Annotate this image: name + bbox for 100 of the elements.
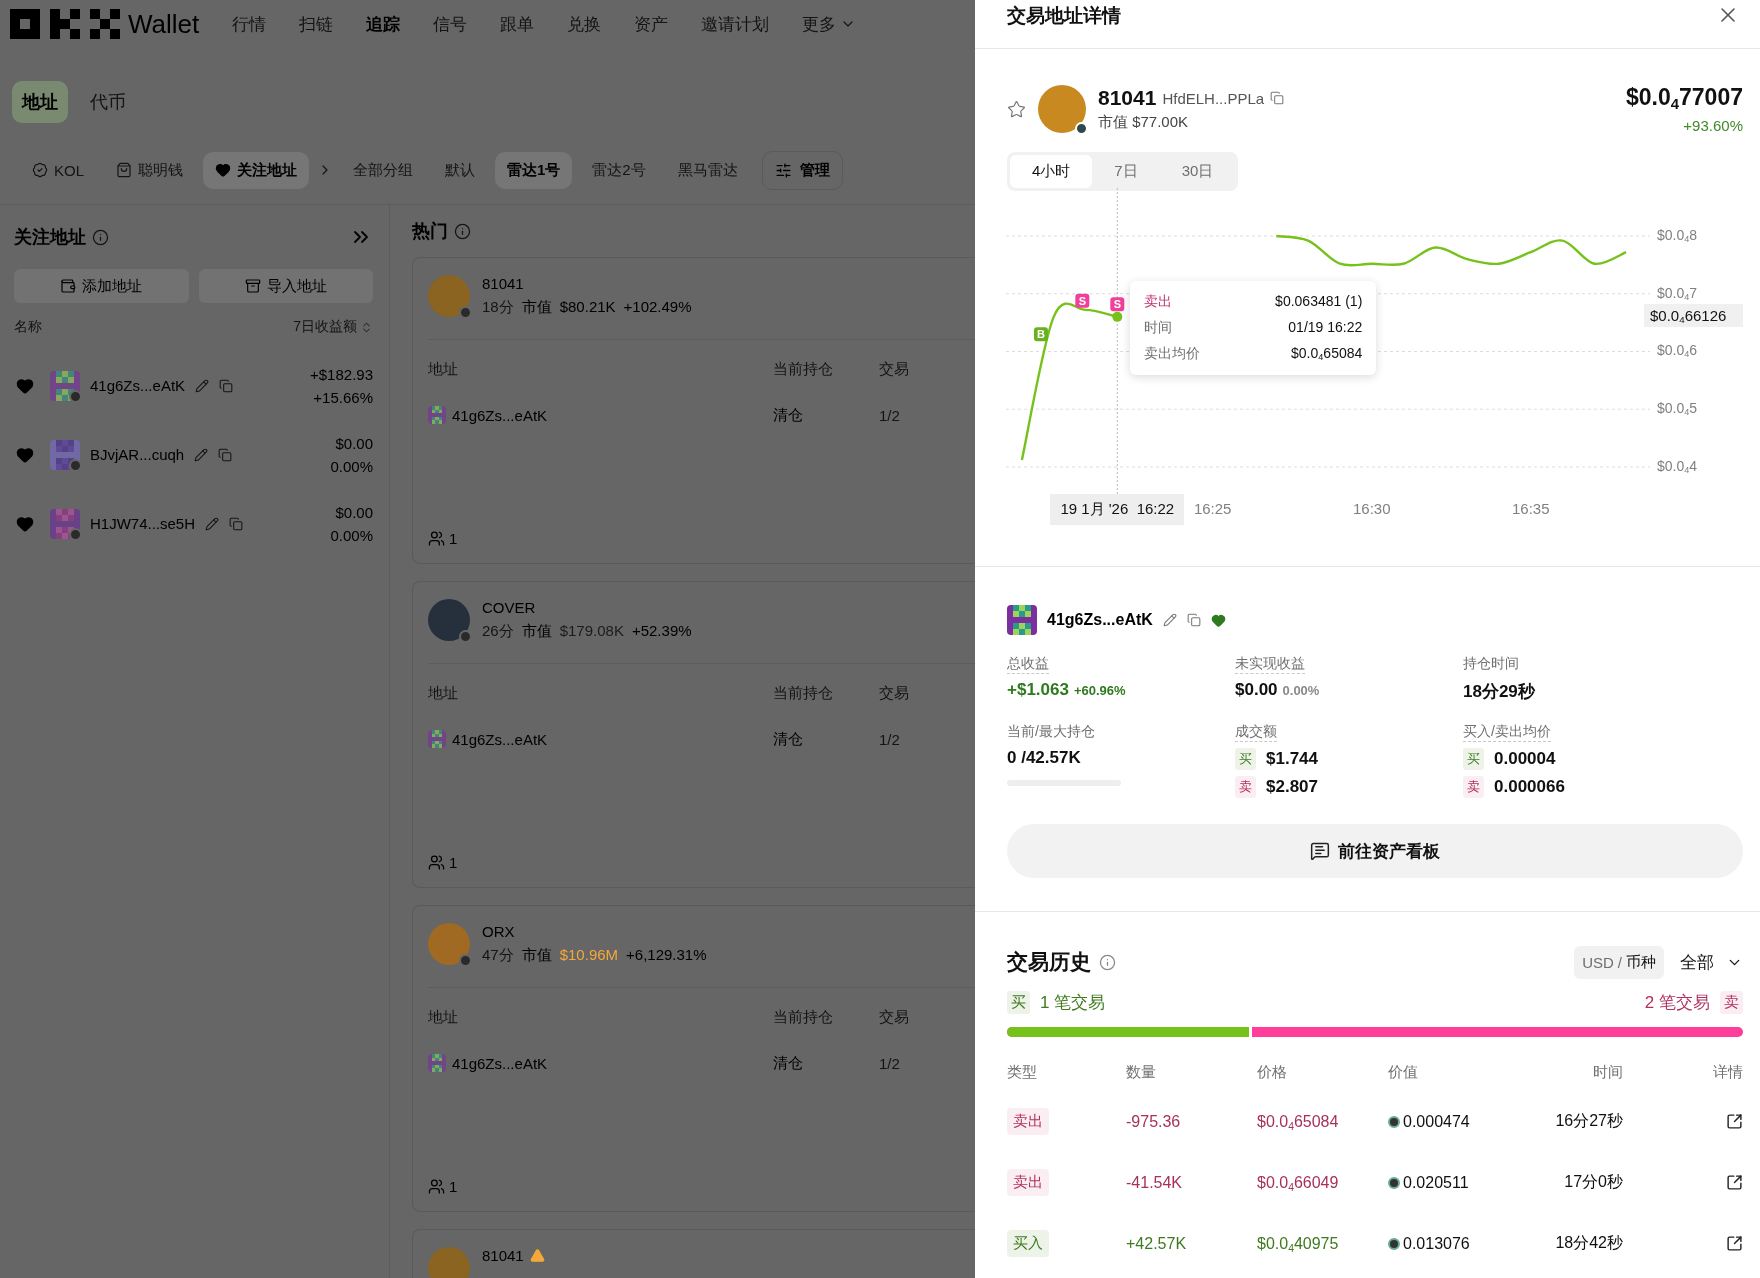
filter-dropdown[interactable]: 全部	[1680, 950, 1743, 974]
view-tab[interactable]: 代币	[80, 81, 136, 123]
period-tab[interactable]: 7日	[1092, 155, 1160, 188]
token-age: 47分	[482, 946, 514, 965]
nav-item[interactable]: 行情	[232, 12, 266, 36]
column-header: 地址	[428, 682, 459, 703]
column-header: 名称	[14, 318, 42, 336]
heart-icon[interactable]	[16, 445, 34, 464]
nav-item[interactable]: 扫链	[299, 12, 333, 36]
address-text[interactable]: 41g6Zs...eAtK	[452, 730, 548, 748]
tooltip-label: 时间	[1144, 319, 1173, 337]
wallet-icon	[60, 278, 77, 294]
column-header: 当前持仓	[773, 358, 834, 379]
column-header: 地址	[428, 1006, 459, 1027]
nav-more[interactable]: 更多	[802, 12, 856, 36]
sell-tag: 卖	[1235, 776, 1256, 798]
table-cell: 0.020511	[1403, 1173, 1469, 1192]
people-icon	[428, 854, 445, 871]
edit-icon	[205, 516, 220, 531]
token-avatar	[428, 275, 470, 317]
table-cell-text: 1/2	[879, 405, 901, 426]
sidebar-title: 关注地址	[14, 226, 86, 249]
copy-icon	[1186, 613, 1201, 627]
token-avatar	[428, 923, 470, 965]
import-address-button[interactable]: 导入地址	[198, 269, 373, 303]
star-icon[interactable]	[1007, 99, 1026, 119]
axis-label: $0.0$_{4}$8	[1657, 227, 1698, 243]
manage-button[interactable]: 管理	[761, 150, 843, 190]
unit-option[interactable]: 币种	[1626, 952, 1656, 972]
bag-icon	[116, 162, 132, 178]
column-header: 地址	[428, 358, 459, 379]
unit-option[interactable]: USD	[1582, 953, 1614, 971]
info-icon	[454, 222, 471, 240]
tooltip-value: 01/19 16:22	[1288, 319, 1363, 337]
column-header: 当前持仓	[773, 682, 834, 703]
pnl-percent: 0.00%	[330, 526, 373, 544]
external-link-icon[interactable]	[1726, 1235, 1743, 1252]
stat-value: 18分29秒	[1463, 681, 1535, 703]
heart-icon[interactable]	[1210, 612, 1226, 628]
address-text[interactable]: 41g6Zs...eAtK	[452, 1054, 548, 1072]
stat-label: 总收益	[1007, 655, 1049, 674]
address-text[interactable]: BJvjAR...cuqh	[90, 446, 185, 463]
stat-label: 当前/最大持仓	[1007, 723, 1095, 741]
drawer-title: 交易地址详情	[1007, 4, 1121, 28]
external-link-icon[interactable]	[1726, 1113, 1743, 1130]
sort-header[interactable]: 7日收益额	[293, 318, 373, 336]
sell-tag: 卖	[1463, 776, 1484, 798]
chain-badge-icon	[69, 527, 82, 541]
period-tab[interactable]: 30日	[1159, 155, 1236, 188]
column-header: 交易	[879, 1006, 910, 1027]
nav-item[interactable]: 兑换	[567, 12, 601, 36]
nav-item[interactable]: 跟单	[500, 12, 534, 36]
stat-value: $0.00 0.00%	[1235, 680, 1320, 700]
nav-item[interactable]: 资产	[634, 12, 668, 36]
address-text[interactable]: 41g6Zs...eAtK	[452, 406, 548, 424]
heart-icon[interactable]	[16, 376, 34, 395]
price-change: +102.49%	[623, 298, 692, 317]
group-tab[interactable]: 全部分组	[341, 151, 425, 189]
edit-icon	[1162, 613, 1177, 627]
category-tab[interactable]: 聪明钱	[104, 151, 195, 189]
stat-value: $1.744	[1266, 749, 1318, 769]
sort-icon	[360, 320, 373, 334]
column-header: 时间	[1592, 1061, 1623, 1082]
period-tab[interactable]: 4小时	[1010, 155, 1093, 188]
token-address: HfdELH...PPLa	[1162, 89, 1265, 107]
group-tab[interactable]: 黑马雷达	[665, 151, 750, 189]
chain-badge-icon	[1075, 122, 1088, 135]
identicon-avatar	[428, 730, 446, 748]
nav-item[interactable]: 信号	[433, 12, 467, 36]
dashboard-button[interactable]: 前往资产看板	[1007, 824, 1743, 878]
follower-count: 1	[449, 530, 458, 547]
column-header: 交易	[879, 682, 910, 703]
group-tab[interactable]: 雷达2号	[580, 151, 658, 189]
buy-tag: 买	[1007, 990, 1030, 1014]
table-cell-text: 1/2	[879, 729, 901, 750]
logo-text: Wallet	[128, 8, 200, 40]
table-cell: $0.0$_{4}$65084	[1257, 1112, 1339, 1131]
address-text[interactable]: H1JW74...se5H	[90, 515, 196, 532]
category-tab[interactable]: KOL	[20, 152, 96, 188]
market-cap-label: 市值	[521, 622, 552, 641]
external-link-icon[interactable]	[1726, 1174, 1743, 1191]
address-text[interactable]: 41g6Zs...eAtK	[90, 377, 186, 394]
group-tab[interactable]: 雷达1号	[495, 151, 573, 189]
badge-icon	[32, 162, 48, 178]
group-tab[interactable]: 默认	[433, 151, 487, 189]
tooltip-label: 卖出均价	[1144, 345, 1201, 363]
add-address-button[interactable]: 添加地址	[14, 269, 189, 303]
table-cell: 0.013076	[1403, 1234, 1470, 1253]
trade-type-tag: 卖出	[1007, 1169, 1049, 1196]
heart-icon[interactable]	[16, 514, 34, 533]
nav-item[interactable]: 追踪	[366, 12, 400, 36]
hover-dot	[1112, 311, 1123, 322]
unit-toggle[interactable]: USD / 币种	[1574, 945, 1664, 979]
sell-marker: S	[1110, 297, 1125, 312]
table-cell-text: 18分42秒	[1554, 1233, 1623, 1253]
stat-value: $2.807	[1266, 777, 1318, 797]
category-tab[interactable]: 关注地址	[203, 151, 309, 189]
market-cap-value: $10.96M	[559, 946, 619, 965]
view-tab[interactable]: 地址	[12, 81, 68, 123]
nav-item[interactable]: 邀请计划	[701, 12, 769, 36]
